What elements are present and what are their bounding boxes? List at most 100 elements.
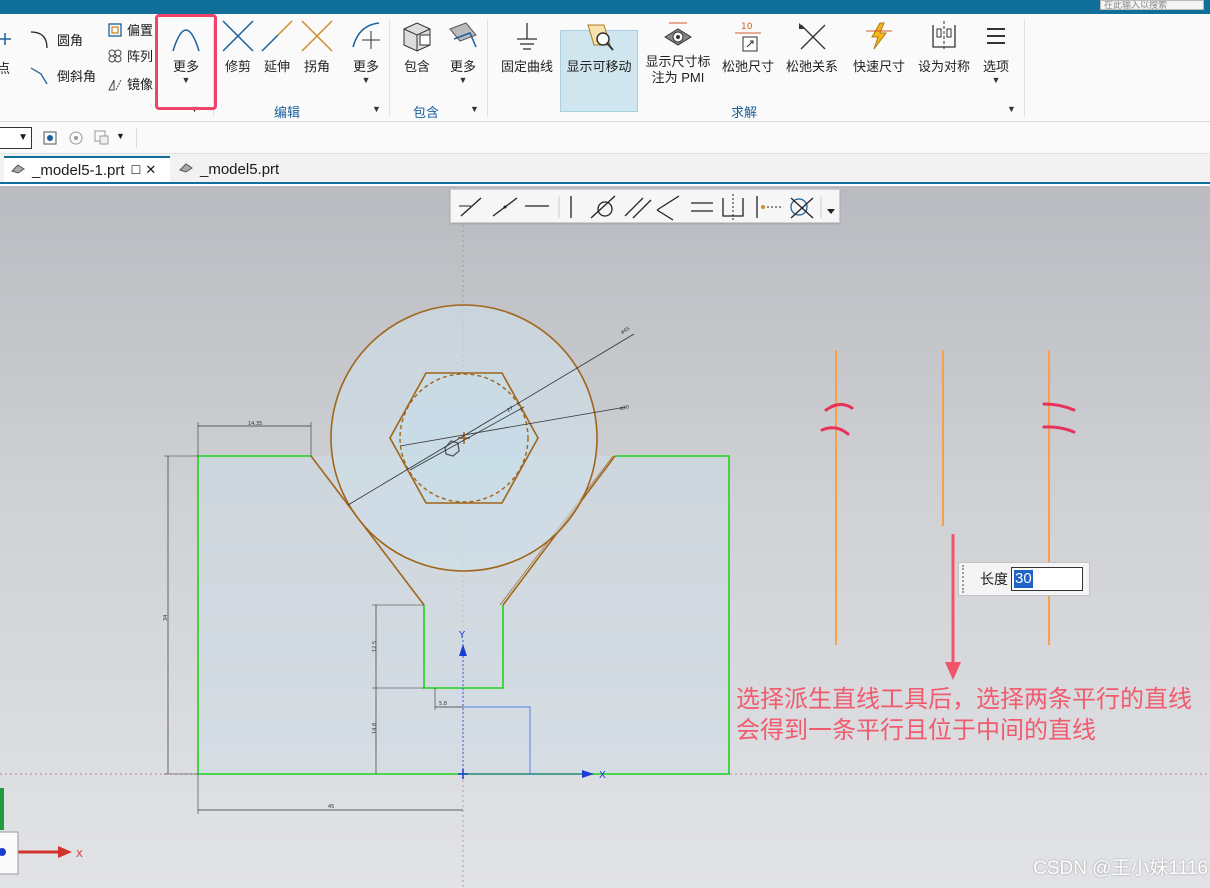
part-file-icon bbox=[178, 160, 194, 178]
pattern-button[interactable]: 阵列 bbox=[106, 46, 153, 65]
filter-dropdown[interactable]: ▼ bbox=[0, 127, 32, 149]
tab-label: _model5.prt bbox=[200, 160, 280, 178]
show-movable-label: 显示可移动 bbox=[566, 59, 632, 74]
graphics-canvas[interactable]: ø45 ø20 27 14.35 34 12.5 14.8 5.8 45 Y X bbox=[0, 186, 1210, 888]
show-movable-button[interactable]: 显示可移动 bbox=[561, 18, 637, 75]
set-symmetric-label: 设为对称 bbox=[917, 59, 970, 74]
separator bbox=[1024, 20, 1025, 116]
tab-model5[interactable]: _model5.prt bbox=[172, 156, 302, 182]
perpendicular-icon[interactable] bbox=[656, 195, 680, 221]
drag-handle[interactable] bbox=[962, 565, 970, 593]
chevron-down-icon: ▼ bbox=[361, 75, 371, 85]
extend-icon bbox=[259, 18, 295, 54]
mirror-label: 镜像 bbox=[127, 77, 154, 92]
include-more-button[interactable]: 更多 ▼ bbox=[444, 18, 482, 85]
fix-curve-icon bbox=[509, 18, 545, 54]
derived-line-icon[interactable] bbox=[790, 197, 814, 219]
title-bar: 在此输入以搜索 bbox=[0, 0, 1210, 14]
modified-icon: ☐ bbox=[130, 163, 142, 177]
offset-curve-icon bbox=[106, 21, 124, 39]
show-dim-pmi-button[interactable]: 显示尺寸标 注为 PMI bbox=[641, 18, 715, 86]
midpoint-icon[interactable] bbox=[756, 196, 781, 218]
select-faces-icon[interactable] bbox=[92, 128, 112, 148]
include-group-chevron-icon[interactable]: ▼ bbox=[470, 104, 479, 114]
close-icon[interactable]: ✕ bbox=[145, 162, 156, 178]
include-label: 包含 bbox=[403, 59, 430, 74]
point-icon bbox=[0, 30, 14, 48]
tangent-icon[interactable] bbox=[590, 195, 616, 219]
part-file-icon bbox=[10, 161, 26, 179]
chevron-down-icon: ▼ bbox=[991, 75, 1001, 85]
offset-button[interactable]: 偏置 bbox=[106, 20, 153, 39]
relax-dim-label: 松弛尺寸 bbox=[721, 59, 774, 74]
point-button[interactable] bbox=[0, 30, 17, 48]
select-parts-icon[interactable] bbox=[66, 128, 86, 148]
fillet-label: 圆角 bbox=[57, 33, 84, 48]
mirror-button[interactable]: 镜像 bbox=[106, 74, 153, 93]
eye-dimension-icon bbox=[660, 18, 696, 54]
corner-label: 拐角 bbox=[303, 59, 330, 74]
annotation-line-1: 选择派生直线工具后，选择两条平行的直线 bbox=[736, 686, 1192, 713]
tab-model5-1[interactable]: _model5-1.prt ☐ ✕ bbox=[4, 156, 170, 182]
chevron-down-icon: ▼ bbox=[18, 132, 28, 143]
parallel-icon[interactable] bbox=[624, 197, 652, 219]
edit-more-button[interactable]: 更多 ▼ bbox=[346, 18, 386, 85]
mirror-icon bbox=[106, 75, 124, 93]
x-axis-label: X bbox=[599, 770, 606, 781]
chevron-down-icon: ▼ bbox=[458, 75, 468, 85]
symmetric-icon bbox=[926, 18, 962, 54]
relax-relation-label: 松弛关系 bbox=[785, 59, 838, 74]
quick-dim-button[interactable]: 快速尺寸 bbox=[849, 18, 909, 75]
relax-dimension-icon: 10 bbox=[730, 18, 766, 54]
show-movable-icon bbox=[581, 18, 617, 54]
quick-dim-label: 快速尺寸 bbox=[852, 59, 905, 74]
dimension-text: 14.35 bbox=[248, 421, 262, 427]
extend-label: 延伸 bbox=[263, 59, 290, 74]
point-on-curve-icon[interactable] bbox=[492, 197, 518, 217]
fix-curve-button[interactable]: 固定曲线 bbox=[498, 18, 556, 75]
fix-curve-label: 固定曲线 bbox=[500, 59, 553, 74]
include-button[interactable]: 包含 bbox=[398, 18, 436, 75]
trim-button[interactable]: 修剪 bbox=[220, 18, 256, 75]
include-group-label: 包含 bbox=[413, 105, 440, 120]
fillet-button[interactable]: 圆角 bbox=[28, 30, 83, 49]
annotation-text: 选择派生直线工具后，选择两条平行的直线 会得到一条平行且位于中间的直线 bbox=[736, 684, 1192, 746]
relax-dim-button[interactable]: 10 松弛尺寸 bbox=[719, 18, 777, 75]
pattern-icon bbox=[106, 47, 124, 65]
lightning-dimension-icon bbox=[861, 18, 897, 54]
chevron-down-icon[interactable]: ▼ bbox=[116, 131, 125, 141]
solve-group-chevron-icon[interactable]: ▼ bbox=[1007, 104, 1016, 114]
relax-dim-value: 10 bbox=[741, 22, 753, 32]
set-symmetric-button[interactable]: 设为对称 bbox=[914, 18, 974, 75]
options-button[interactable]: 选项 ▼ bbox=[978, 18, 1014, 85]
search-input[interactable]: 在此输入以搜索 bbox=[1100, 0, 1204, 10]
dimension-text: ø20 bbox=[619, 404, 629, 412]
dimension-text: 14.8 bbox=[372, 723, 378, 734]
snap-icon[interactable] bbox=[40, 128, 60, 148]
tab-label: _model5-1.prt bbox=[32, 161, 125, 179]
length-field[interactable]: 30 bbox=[1011, 567, 1083, 591]
extend-button[interactable]: 延伸 bbox=[259, 18, 295, 75]
document-tabbar: _model5-1.prt ☐ ✕ _model5.prt bbox=[0, 154, 1210, 184]
annotation-line-2: 会得到一条平行且位于中间的直线 bbox=[736, 717, 1096, 744]
sketch-drawing: ø45 ø20 27 14.35 34 12.5 14.8 5.8 45 Y X bbox=[0, 190, 1210, 888]
chevron-down-icon[interactable] bbox=[827, 209, 835, 214]
chamfer-button[interactable]: 倒斜角 bbox=[28, 66, 96, 85]
pattern-label: 阵列 bbox=[127, 49, 154, 64]
edit-group-chevron-icon[interactable]: ▼ bbox=[372, 104, 381, 114]
y-axis-label: Y bbox=[458, 630, 466, 641]
relax-relation-icon bbox=[794, 18, 830, 54]
symmetric-constraint-icon[interactable] bbox=[722, 194, 744, 220]
dimension-text: 5.8 bbox=[439, 701, 447, 707]
relax-relation-button[interactable]: 松弛关系 bbox=[783, 18, 841, 75]
equal-length-icon[interactable] bbox=[691, 202, 713, 212]
corner-button[interactable]: 拐角 bbox=[299, 18, 335, 75]
dimension-text: 34 bbox=[163, 615, 169, 621]
length-value: 30 bbox=[1014, 570, 1033, 588]
coincident-icon[interactable] bbox=[459, 197, 482, 217]
fillet-icon bbox=[28, 30, 54, 49]
point-label-row: 点 bbox=[0, 58, 10, 77]
length-label: 长度 bbox=[980, 571, 1008, 587]
include-more-label: 更多 bbox=[449, 59, 476, 74]
show-dim-label-1: 显示尺寸标 bbox=[645, 54, 711, 69]
